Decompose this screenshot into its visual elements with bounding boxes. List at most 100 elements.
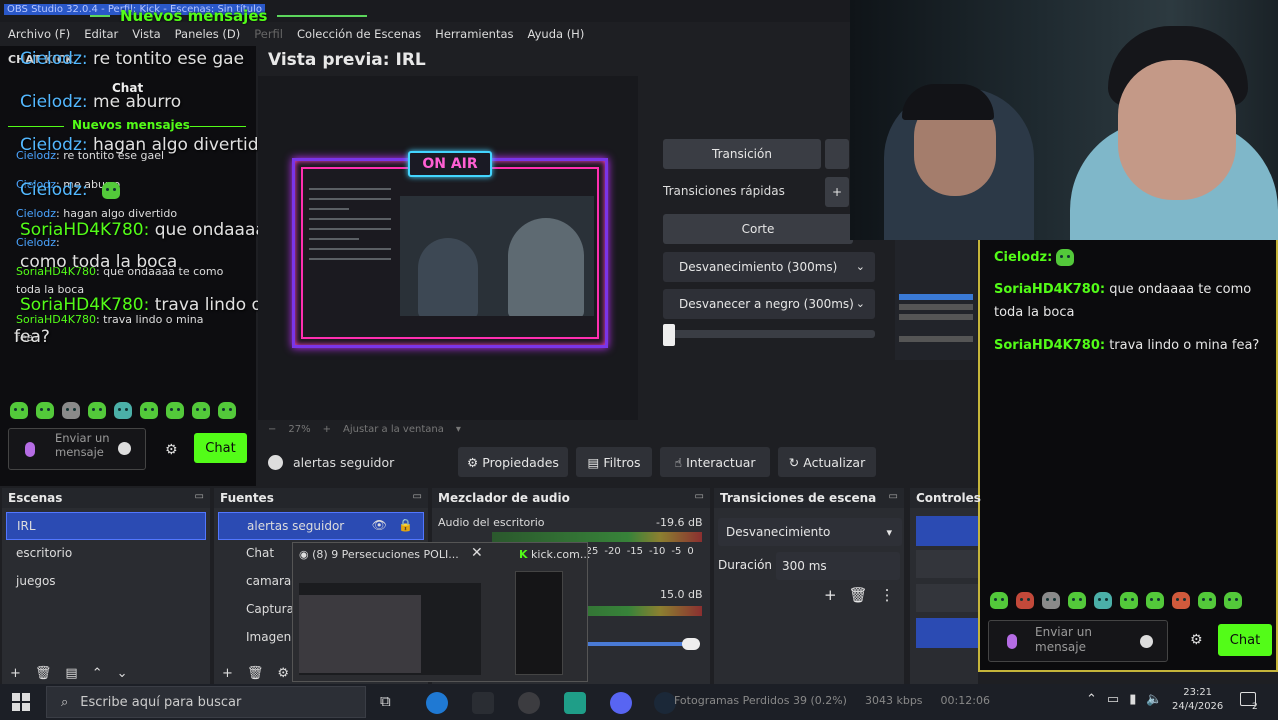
emote-icon[interactable] xyxy=(1094,592,1112,609)
emote-icon[interactable] xyxy=(36,402,54,419)
chevron-up-icon[interactable]: ⌃ xyxy=(92,666,103,681)
scene-item[interactable]: juegos xyxy=(6,568,206,596)
speaker-icon[interactable]: 🔈 xyxy=(1146,692,1162,707)
menu-file[interactable]: Archivo (F) xyxy=(8,27,70,41)
transition-type-select[interactable]: Desvanecimiento ▾ xyxy=(718,518,902,546)
volume-slider-handle[interactable] xyxy=(682,638,700,650)
task-view-icon[interactable]: ⧉ xyxy=(380,692,402,714)
filters-button[interactable]: ▤ Filtros xyxy=(576,447,652,477)
fade-transition-select[interactable]: Desvanecimiento (300ms) ⌄ xyxy=(663,252,875,282)
add-icon[interactable]: + xyxy=(10,666,21,681)
microphone-icon[interactable] xyxy=(25,442,35,457)
virtual-camera-button[interactable] xyxy=(916,584,978,612)
send-chat-button[interactable]: Chat xyxy=(194,433,247,463)
chevron-down-icon[interactable]: ⌄ xyxy=(117,666,128,681)
chevron-up-icon[interactable]: ⌃ xyxy=(1086,692,1097,707)
zoom-out-icon[interactable]: − xyxy=(268,424,276,435)
scene-item[interactable]: escritorio xyxy=(6,540,206,568)
menu-scene-collection[interactable]: Colección de Escenas xyxy=(297,27,421,41)
microphone-icon[interactable] xyxy=(1007,634,1017,649)
emote-icon[interactable] xyxy=(62,402,80,419)
more-icon[interactable]: ⋮ xyxy=(880,586,895,604)
cut-button[interactable]: Corte xyxy=(663,214,853,244)
edge-icon[interactable] xyxy=(426,692,448,714)
emote-icon[interactable] xyxy=(1016,592,1034,609)
emote-icon[interactable] xyxy=(140,402,158,419)
menu-profile[interactable]: Perfil xyxy=(254,27,283,41)
transition-slider[interactable] xyxy=(663,330,875,338)
window-thumbnail[interactable] xyxy=(515,571,563,675)
studio-mode-button[interactable] xyxy=(916,618,978,648)
emote-icon[interactable] xyxy=(990,592,1008,609)
emote-icon[interactable] xyxy=(1172,592,1190,609)
microphone-icon[interactable]: ▮ xyxy=(1129,692,1136,707)
send-chat-button[interactable]: Chat xyxy=(1218,624,1272,656)
volume-slider[interactable] xyxy=(582,642,692,646)
eye-icon[interactable]: 👁 xyxy=(372,518,387,532)
discord-icon[interactable] xyxy=(610,692,632,714)
emote-icon[interactable] xyxy=(88,402,106,419)
steam-icon[interactable] xyxy=(654,692,676,714)
trash-icon[interactable]: 🗑 xyxy=(247,666,264,681)
emote-icon[interactable] xyxy=(1120,592,1138,609)
emote-icon[interactable] xyxy=(1042,592,1060,609)
app-icon[interactable] xyxy=(564,692,586,714)
emote-icon[interactable] xyxy=(218,402,236,419)
add-icon[interactable]: + xyxy=(824,586,837,604)
emote-icon[interactable] xyxy=(166,402,184,419)
transition-button[interactable]: Transición xyxy=(663,139,821,169)
menu-edit[interactable]: Editar xyxy=(84,27,118,41)
transition-slider-handle[interactable] xyxy=(663,324,675,346)
chat-message-input[interactable]: Enviar un mensaje xyxy=(8,428,146,470)
emoji-icon[interactable] xyxy=(118,442,131,455)
explorer-icon[interactable] xyxy=(472,692,494,714)
network-icon[interactable]: ▭ xyxy=(1107,692,1119,707)
popup-window-title[interactable]: K kick.com... xyxy=(519,548,590,561)
emote-icon[interactable] xyxy=(114,402,132,419)
fade-black-transition-select[interactable]: Desvanecer a negro (300ms) ⌄ xyxy=(663,289,875,319)
taskbar-search[interactable]: ⌕ Escribe aquí para buscar xyxy=(46,686,366,718)
gear-icon[interactable]: ⚙ xyxy=(277,666,289,681)
start-streaming-button[interactable] xyxy=(916,516,978,546)
scene-item[interactable]: IRL xyxy=(6,512,206,540)
obs-icon[interactable] xyxy=(518,692,540,714)
menu-help[interactable]: Ayuda (H) xyxy=(528,27,585,41)
popout-icon[interactable]: ▭ xyxy=(413,491,422,502)
taskbar-clock[interactable]: 23:21 24/4/2026 xyxy=(1172,686,1223,714)
windows-start-icon[interactable] xyxy=(12,693,30,711)
emote-icon[interactable] xyxy=(10,402,28,419)
interact-button[interactable]: ☝ Interactuar xyxy=(660,447,770,477)
fit-window-button[interactable]: Ajustar a la ventana xyxy=(343,424,444,435)
menu-tools[interactable]: Herramientas xyxy=(435,27,513,41)
popout-icon[interactable]: ▭ xyxy=(889,491,898,502)
source-item[interactable]: alertas seguidor 👁 🔒 xyxy=(218,512,424,540)
chat-message-input[interactable]: Enviar un mensaje xyxy=(988,620,1168,662)
gear-icon[interactable]: ⚙ xyxy=(1190,632,1203,648)
menu-view[interactable]: Vista xyxy=(132,27,160,41)
emote-icon[interactable] xyxy=(192,402,210,419)
add-quick-transition-button[interactable]: + xyxy=(825,177,849,207)
start-recording-button[interactable] xyxy=(916,550,978,578)
menu-docks[interactable]: Paneles (D) xyxy=(175,27,241,41)
popout-icon[interactable]: ▭ xyxy=(195,491,204,502)
lock-icon[interactable]: 🔒 xyxy=(398,518,413,532)
properties-button[interactable]: ⚙ Propiedades xyxy=(458,447,568,477)
zoom-in-icon[interactable]: + xyxy=(323,424,331,435)
emote-icon[interactable] xyxy=(1224,592,1242,609)
popup-window-title[interactable]: ◉ (8) 9 Persecuciones POLI... xyxy=(299,548,459,561)
trash-icon[interactable]: 🗑 xyxy=(35,666,52,681)
emote-icon[interactable] xyxy=(1198,592,1216,609)
add-icon[interactable]: + xyxy=(222,666,233,681)
popout-icon[interactable]: ▭ xyxy=(695,491,704,502)
chevron-down-icon[interactable]: ▾ xyxy=(456,424,461,435)
refresh-button[interactable]: ↻ Actualizar xyxy=(778,447,876,477)
emoji-icon[interactable] xyxy=(1140,635,1153,648)
duration-input[interactable]: 300 ms xyxy=(776,552,900,580)
transition-menu-button[interactable] xyxy=(825,139,849,169)
emote-icon[interactable] xyxy=(1146,592,1164,609)
gear-icon[interactable]: ⚙ xyxy=(165,442,178,458)
trash-icon[interactable]: 🗑 xyxy=(849,586,868,604)
filter-icon[interactable]: ▤ xyxy=(65,666,77,681)
close-icon[interactable]: ✕ xyxy=(471,545,483,561)
emote-icon[interactable] xyxy=(1068,592,1086,609)
